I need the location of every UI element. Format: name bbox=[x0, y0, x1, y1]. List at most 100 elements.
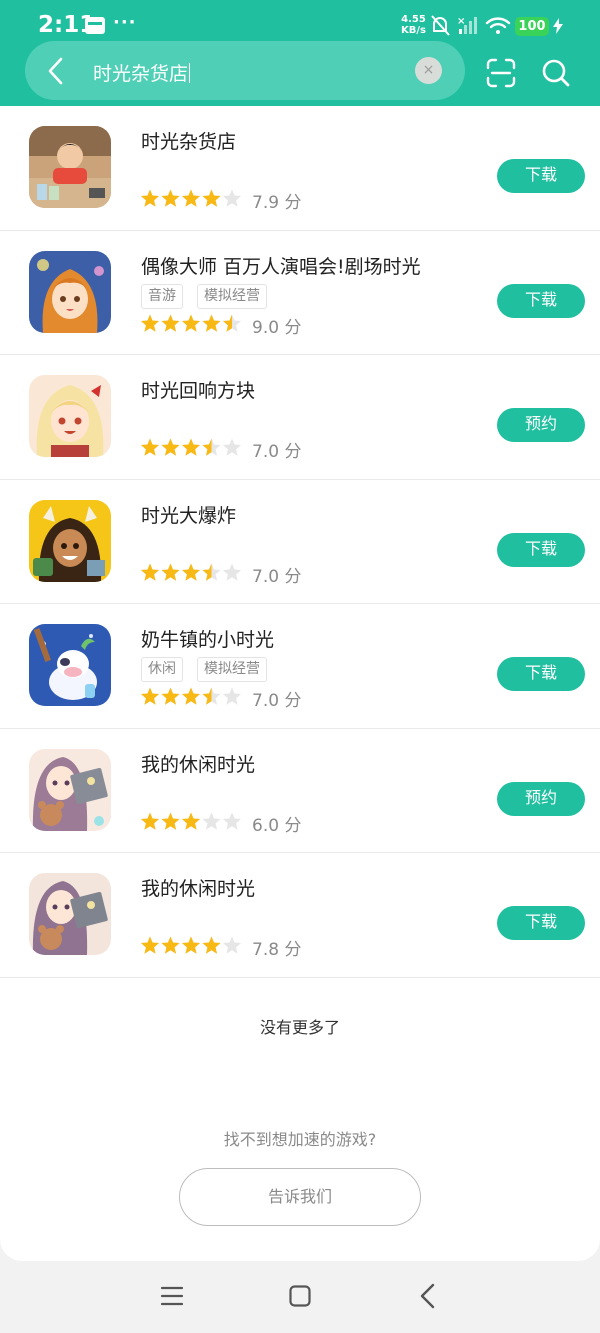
game-item[interactable]: 我的休闲时光 7.8 分 下载 bbox=[0, 853, 600, 978]
girl-bear-icon[interactable] bbox=[29, 873, 111, 955]
game-score: 6.0 分 bbox=[252, 815, 302, 836]
caveman-icon[interactable] bbox=[29, 499, 111, 582]
game-score: 9.0 分 bbox=[252, 317, 302, 338]
status-icons: × bbox=[431, 15, 511, 36]
star-filled-icon bbox=[161, 687, 180, 705]
search-results: 时光杂货店 7.9 分 下载 偶像大师 百万人演唱会!剧场时光 音游模拟经营 bbox=[0, 106, 600, 1261]
network-speed-unit: KB/s bbox=[401, 25, 426, 36]
star-filled-icon bbox=[181, 189, 201, 207]
star-filled-icon bbox=[140, 812, 160, 830]
star-rating bbox=[140, 563, 242, 581]
star-filled-icon bbox=[140, 687, 160, 705]
star-filled-icon bbox=[161, 812, 180, 830]
star-filled-icon bbox=[161, 936, 180, 954]
star-rating bbox=[140, 314, 242, 332]
search-input[interactable] bbox=[25, 41, 465, 100]
shop-boy-icon[interactable] bbox=[29, 126, 111, 208]
game-name[interactable]: 我的休闲时光 bbox=[141, 874, 255, 901]
star-filled-icon bbox=[202, 189, 221, 207]
girl-bear-icon[interactable] bbox=[29, 748, 111, 831]
star-filled-icon bbox=[140, 936, 160, 954]
game-name[interactable]: 奶牛镇的小时光 bbox=[141, 625, 274, 652]
star-filled-icon bbox=[181, 563, 201, 581]
download-button[interactable]: 下载 bbox=[497, 532, 585, 567]
star-rating bbox=[140, 189, 242, 207]
text-cursor bbox=[189, 63, 191, 83]
no-more-text: 没有更多了 bbox=[259, 1018, 340, 1037]
game-tag: 模拟经营 bbox=[197, 657, 267, 682]
game-name[interactable]: 时光杂货店 bbox=[141, 127, 236, 154]
star-empty-icon bbox=[222, 438, 242, 456]
menu-icon[interactable] bbox=[161, 1285, 183, 1307]
star-empty-icon bbox=[222, 812, 242, 830]
navigation-bar bbox=[0, 1261, 600, 1333]
search-query[interactable]: 时光杂货店 bbox=[93, 59, 191, 86]
game-name[interactable]: 我的休闲时光 bbox=[141, 750, 255, 777]
back-icon[interactable] bbox=[418, 1283, 438, 1309]
scan-icon[interactable] bbox=[486, 58, 516, 88]
signal-icon: × bbox=[457, 16, 477, 34]
game-name[interactable]: 时光大爆炸 bbox=[141, 501, 236, 528]
game-tags: 休闲 模拟经营 bbox=[141, 657, 281, 682]
star-filled-icon bbox=[140, 314, 160, 332]
game-score: 7.0 分 bbox=[252, 691, 302, 711]
download-button[interactable]: 下载 bbox=[497, 159, 585, 193]
star-filled-icon bbox=[202, 936, 221, 954]
star-filled-icon bbox=[181, 936, 201, 954]
card-notification-icon bbox=[85, 17, 105, 34]
reserve-button[interactable]: 预约 bbox=[497, 408, 585, 442]
star-filled-icon bbox=[140, 189, 160, 207]
game-item[interactable]: 时光大爆炸 7.0 分 下载 bbox=[0, 480, 600, 604]
game-name[interactable]: 偶像大师 百万人演唱会!剧场时光 bbox=[141, 252, 421, 279]
star-filled-icon bbox=[161, 563, 180, 581]
tell-us-button[interactable]: 告诉我们 bbox=[179, 1168, 421, 1226]
game-tags: 音游 模拟经营 bbox=[141, 283, 281, 309]
star-filled-icon bbox=[140, 438, 160, 456]
game-item[interactable]: 时光杂货店 7.9 分 下载 bbox=[0, 106, 600, 231]
star-filled-icon bbox=[181, 687, 201, 705]
star-empty-icon bbox=[202, 812, 221, 830]
cow-icon[interactable] bbox=[29, 624, 111, 706]
star-filled-icon bbox=[181, 812, 201, 830]
star-filled-icon bbox=[161, 438, 180, 456]
charging-icon bbox=[553, 18, 563, 34]
download-button[interactable]: 下载 bbox=[497, 657, 585, 691]
star-empty-icon bbox=[222, 687, 242, 705]
star-filled-icon bbox=[202, 314, 221, 332]
download-button[interactable]: 下载 bbox=[497, 283, 585, 318]
star-rating bbox=[140, 936, 242, 954]
game-tag: 音游 bbox=[141, 283, 183, 309]
network-speed: 4.55 KB/s bbox=[401, 14, 426, 36]
reserve-button[interactable]: 预约 bbox=[497, 781, 585, 816]
cant-find-text: 找不到想加速的游戏? bbox=[223, 1130, 377, 1149]
blonde-girl-icon[interactable] bbox=[29, 375, 111, 457]
game-tag: 模拟经营 bbox=[197, 283, 267, 309]
home-icon[interactable] bbox=[289, 1285, 311, 1307]
star-rating bbox=[140, 812, 242, 830]
game-tag: 休闲 bbox=[141, 657, 183, 682]
star-empty-icon bbox=[222, 189, 242, 207]
search-query-text: 时光杂货店 bbox=[93, 63, 189, 85]
star-filled-icon bbox=[181, 314, 201, 332]
star-filled-icon bbox=[161, 189, 180, 207]
clear-icon[interactable]: × bbox=[415, 57, 442, 84]
status-bar: 2:11 ··· 4.55 KB/s × 100 bbox=[0, 0, 600, 44]
game-name[interactable]: 时光回响方块 bbox=[141, 376, 255, 403]
header: 2:11 ··· 4.55 KB/s × 100 时光杂货店 × bbox=[0, 0, 600, 106]
idol-girl-icon[interactable] bbox=[29, 250, 111, 333]
back-arrow-icon[interactable] bbox=[44, 56, 68, 86]
star-filled-icon bbox=[140, 563, 160, 581]
star-empty-icon bbox=[222, 563, 242, 581]
game-item[interactable]: 我的休闲时光 6.0 分 预约 bbox=[0, 729, 600, 853]
game-score: 7.0 分 bbox=[252, 566, 302, 587]
game-item[interactable]: 奶牛镇的小时光 休闲 模拟经营 7.0 分 下载 bbox=[0, 604, 600, 729]
game-score: 7.9 分 bbox=[252, 193, 302, 213]
download-button[interactable]: 下载 bbox=[497, 906, 585, 940]
search-icon[interactable] bbox=[541, 58, 571, 88]
mute-icon bbox=[431, 15, 450, 36]
game-item[interactable]: 时光回响方块 7.0 分 预约 bbox=[0, 355, 600, 480]
game-score: 7.0 分 bbox=[252, 442, 302, 462]
game-item[interactable]: 偶像大师 百万人演唱会!剧场时光 音游 模拟经营 9.0 分 下载 bbox=[0, 231, 600, 355]
more-notifications-icon: ··· bbox=[113, 12, 137, 33]
star-filled-icon bbox=[181, 438, 201, 456]
